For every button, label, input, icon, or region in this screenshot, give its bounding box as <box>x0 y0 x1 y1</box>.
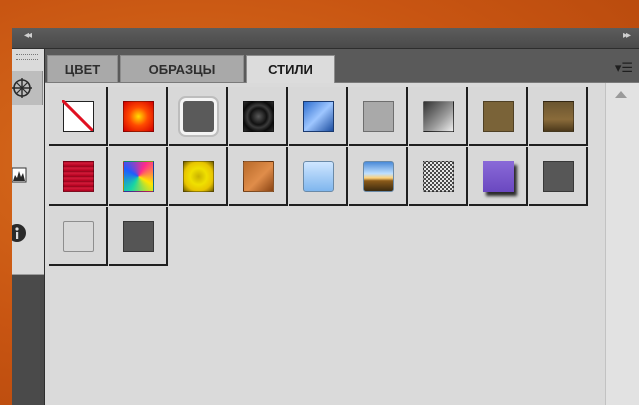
red-glow-preview <box>123 101 154 132</box>
collapse-right-icon[interactable]: ▸▸ <box>623 30 631 41</box>
tab-swatches[interactable]: ОБРАЗЦЫ <box>120 55 244 82</box>
style-swatch-psychedelic[interactable] <box>109 147 168 206</box>
style-swatch-dark-gray[interactable] <box>529 147 588 206</box>
styles-panel: ◂◂ ▸▸ ЦВЕТ ОБРАЗЦЫ СТИЛИ ▾☰ <box>12 28 639 405</box>
style-swatch-dark-gray-2[interactable] <box>109 207 168 266</box>
gray-outer-glow-preview <box>183 101 214 132</box>
yellow-gold-preview <box>183 161 214 192</box>
blue-bevel-preview <box>303 101 334 132</box>
styles-grid-area <box>45 83 605 405</box>
landscape-preview <box>363 161 394 192</box>
style-swatch-copper[interactable] <box>229 147 288 206</box>
tab-bar: ЦВЕТ ОБРАЗЦЫ СТИЛИ ▾☰ <box>45 49 639 83</box>
collapse-left-icon[interactable]: ◂◂ <box>24 30 32 41</box>
dark-gray-preview <box>543 161 574 192</box>
purple-drop-shadow-preview <box>483 161 514 192</box>
dock-strip <box>12 49 44 275</box>
bronze-preview <box>543 101 574 132</box>
style-swatch-purple-drop-shadow[interactable] <box>469 147 528 206</box>
black-ring-preview <box>243 101 274 132</box>
style-swatch-red-glow[interactable] <box>109 87 168 146</box>
compass-tool-button[interactable] <box>12 71 43 105</box>
scroll-up-arrow-icon[interactable] <box>615 91 627 98</box>
style-swatch-light-gray[interactable] <box>349 87 408 146</box>
info-tool-button[interactable] <box>12 216 42 250</box>
style-swatch-red-grid[interactable] <box>49 147 108 206</box>
tool-dock <box>12 49 45 405</box>
panel-title-bar: ◂◂ ▸▸ <box>12 28 639 49</box>
style-swatch-olive-brown[interactable] <box>469 87 528 146</box>
style-swatch-noise-texture[interactable] <box>409 147 468 206</box>
red-grid-preview <box>63 161 94 192</box>
dark-gray-2-preview <box>123 221 154 252</box>
histogram-tool-button[interactable] <box>12 159 42 193</box>
style-swatch-landscape[interactable] <box>349 147 408 206</box>
scrollbar[interactable] <box>605 83 639 405</box>
style-swatch-light-blue[interactable] <box>289 147 348 206</box>
empty-outline-preview <box>63 221 94 252</box>
dock-grip-icon[interactable] <box>16 54 38 60</box>
style-swatch-dark-gray-gradient[interactable] <box>409 87 468 146</box>
panel-menu-icon[interactable]: ▾☰ <box>615 61 633 76</box>
style-swatch-empty-outline[interactable] <box>49 207 108 266</box>
style-swatch-blue-bevel[interactable] <box>289 87 348 146</box>
olive-brown-preview <box>483 101 514 132</box>
tab-color[interactable]: ЦВЕТ <box>47 55 118 82</box>
style-swatch-yellow-gold[interactable] <box>169 147 228 206</box>
info-circle-icon <box>12 224 26 242</box>
tab-styles[interactable]: СТИЛИ <box>246 55 335 83</box>
noise-texture-preview <box>423 161 454 192</box>
style-swatch-gray-outer-glow[interactable] <box>169 87 228 146</box>
psychedelic-preview <box>123 161 154 192</box>
copper-preview <box>243 161 274 192</box>
compass-icon <box>12 78 32 98</box>
dark-gray-gradient-preview <box>423 101 454 132</box>
light-gray-preview <box>363 101 394 132</box>
light-blue-preview <box>303 161 334 192</box>
style-swatch-bronze[interactable] <box>529 87 588 146</box>
no-style-preview <box>62 100 94 132</box>
histogram-icon <box>12 167 27 183</box>
style-swatch-black-ring[interactable] <box>229 87 288 146</box>
style-swatch-no-style[interactable] <box>49 87 108 146</box>
